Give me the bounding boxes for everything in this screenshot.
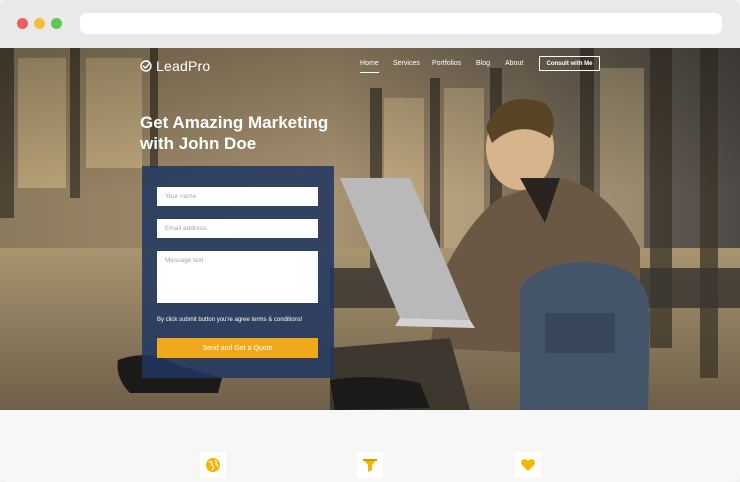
heart-icon bbox=[521, 459, 535, 471]
nav-item-blog[interactable]: Blog bbox=[476, 60, 490, 67]
check-circle-icon bbox=[140, 60, 152, 72]
browser-chrome bbox=[0, 0, 740, 48]
hero-background-photo bbox=[0, 48, 740, 410]
consult-button[interactable]: Consult with Me bbox=[539, 56, 600, 71]
brand-name: LeadPro bbox=[156, 58, 211, 74]
nav-item-home[interactable]: Home bbox=[360, 60, 379, 73]
funnel-icon bbox=[363, 459, 377, 472]
globe-icon bbox=[206, 458, 220, 472]
feature-globe-tile bbox=[200, 452, 226, 478]
browser-window: LeadPro Home Services Portfolios Blog Ab… bbox=[0, 0, 740, 482]
message-textarea[interactable] bbox=[157, 251, 318, 303]
close-window-dot[interactable] bbox=[17, 18, 28, 29]
nav-item-portfolios[interactable]: Portfolios bbox=[432, 60, 461, 67]
address-bar[interactable] bbox=[80, 13, 722, 34]
nav-item-about[interactable]: About bbox=[505, 60, 523, 67]
email-input[interactable] bbox=[157, 219, 318, 238]
feature-heart-tile bbox=[515, 452, 541, 478]
hero-headline: Get Amazing Marketing with John Doe bbox=[140, 112, 360, 154]
brand-logo[interactable]: LeadPro bbox=[140, 57, 210, 75]
submit-quote-button[interactable]: Send and Get a Quote bbox=[157, 338, 318, 358]
hero-headline-line1: Get Amazing Marketing bbox=[140, 113, 329, 132]
minimize-window-dot[interactable] bbox=[34, 18, 45, 29]
maximize-window-dot[interactable] bbox=[51, 18, 62, 29]
name-input[interactable] bbox=[157, 187, 318, 206]
hero-headline-line2: with John Doe bbox=[140, 134, 257, 153]
terms-note: By click submit button you're agree term… bbox=[157, 317, 303, 323]
feature-funnel-tile bbox=[357, 452, 383, 478]
nav-item-services[interactable]: Services bbox=[393, 60, 420, 67]
hero-section bbox=[0, 48, 740, 410]
